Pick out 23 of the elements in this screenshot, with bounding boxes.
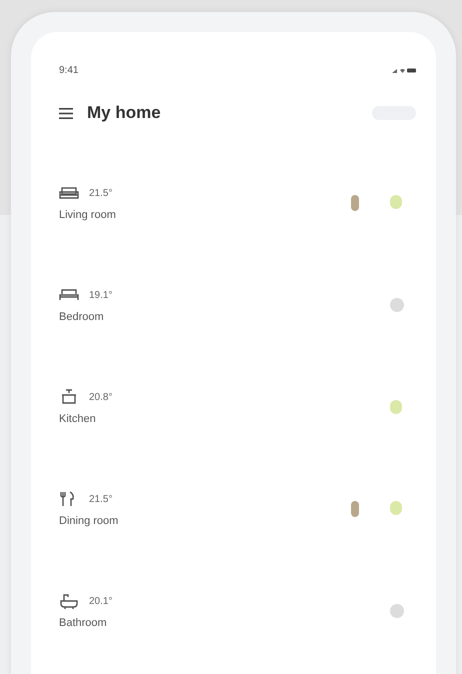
room-row[interactable]: 21.5° Dining room	[59, 458, 420, 560]
room-name: Bathroom	[59, 617, 108, 629]
room-name: Dining room	[59, 515, 118, 527]
room-name: Kitchen	[59, 413, 97, 425]
sofa-icon	[59, 185, 79, 201]
room-temperature: 20.1°	[89, 596, 112, 606]
room-row[interactable]: 19.1° Bedroom	[59, 254, 420, 356]
status-icons	[392, 66, 416, 74]
room-temperature: 20.8°	[89, 392, 112, 402]
room-temperature: 21.5°	[89, 188, 112, 198]
page-title: My home	[87, 103, 161, 123]
room-name: Living room	[59, 209, 116, 221]
room-row[interactable]: 20.8° Kitchen	[59, 356, 420, 458]
room-temperature: 21.5°	[89, 494, 112, 504]
room-row[interactable]: 20.1° Bathroom	[59, 560, 420, 662]
bed-icon	[59, 287, 79, 303]
status-time: 9:41	[59, 64, 78, 76]
room-row[interactable]: 21.5° Living room	[59, 152, 420, 254]
pot-icon	[59, 389, 79, 405]
room-name: Bedroom	[59, 311, 105, 323]
bath-icon	[59, 593, 79, 609]
room-temperature: 19.1°	[89, 290, 112, 300]
menu-icon[interactable]	[59, 108, 73, 118]
